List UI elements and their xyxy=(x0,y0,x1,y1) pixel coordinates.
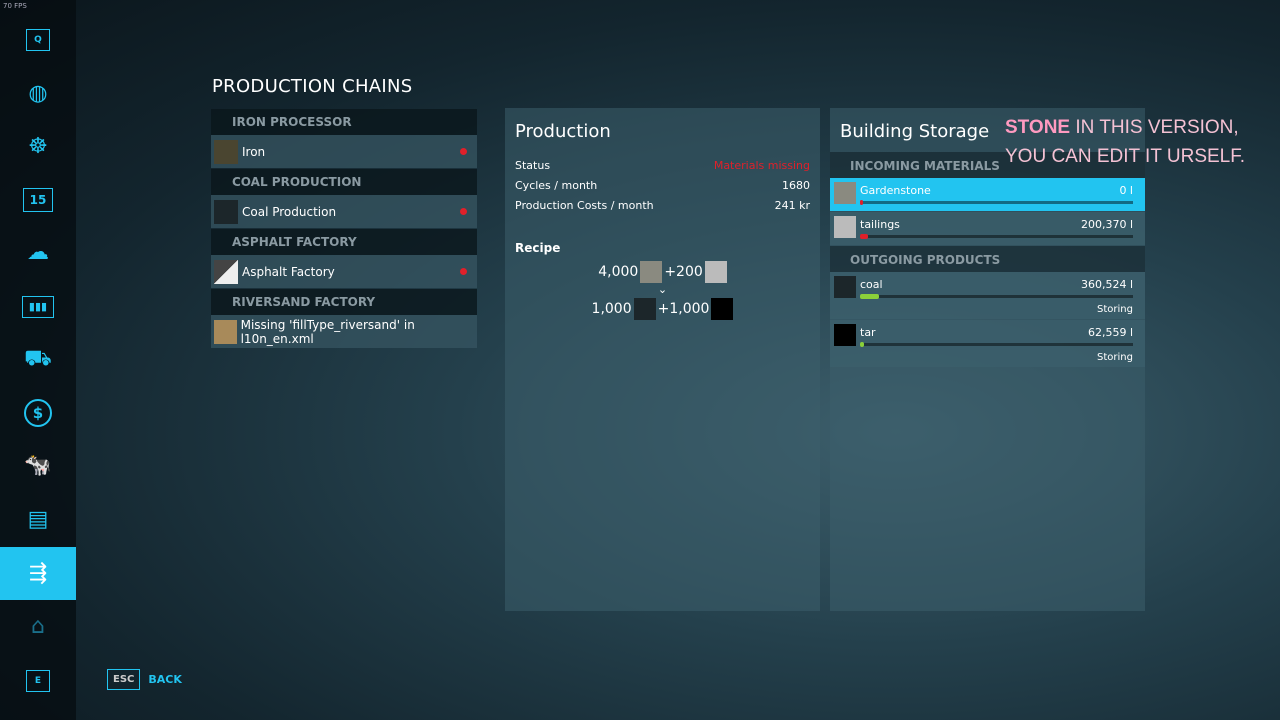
dollar-glyph: $ xyxy=(24,398,52,427)
finances-icon[interactable]: $ xyxy=(0,386,76,439)
input-amount: 4,000 xyxy=(598,264,639,280)
map-icon[interactable]: ◍ xyxy=(0,67,76,120)
tailings-icon xyxy=(834,216,856,238)
production-panel: Production Status Materials missing Cycle… xyxy=(505,108,820,611)
tar-icon xyxy=(834,324,856,346)
storage-item-tar[interactable]: tar 62,559 l Storing xyxy=(830,320,1145,367)
gardenstone-icon xyxy=(834,182,856,204)
item-label: Coal Production xyxy=(242,204,337,219)
fps-counter: 70 FPS xyxy=(3,2,27,10)
fill-bar xyxy=(860,234,1133,239)
key-e-button[interactable]: E xyxy=(0,654,76,707)
e-key-icon: E xyxy=(26,669,50,692)
costs-label: Production Costs / month xyxy=(515,198,654,212)
recipe-outputs: 1,000 +1,000 xyxy=(505,298,820,320)
arrow-down-icon: ⌄ xyxy=(657,283,668,296)
chain-header: COAL PRODUCTION xyxy=(211,169,477,195)
storage-panel: Building Storage INCOMING MATERIALS Gard… xyxy=(830,108,1145,611)
back-button[interactable]: ESC BACK xyxy=(107,669,182,690)
item-name: coal xyxy=(860,278,883,291)
storage-item-coal[interactable]: coal 360,524 l Storing xyxy=(830,272,1145,319)
storage-mode[interactable]: Storing xyxy=(860,346,1133,367)
costs-value: 241 kr xyxy=(774,198,810,212)
note-line1: IN THIS VERSION, xyxy=(1070,117,1239,138)
chain-item-asphalt[interactable]: Asphalt Factory xyxy=(211,255,477,288)
note-bold: STONE xyxy=(1005,117,1071,138)
status-label: Status xyxy=(515,158,551,172)
asphalt-icon xyxy=(214,259,238,284)
statistics-icon[interactable]: ▮▮▮ xyxy=(0,280,76,333)
tailings-icon xyxy=(704,261,727,283)
esc-key-icon: ESC xyxy=(107,669,141,690)
tar-icon xyxy=(711,298,734,320)
fill-bar xyxy=(860,294,1133,299)
production-title: Production xyxy=(515,121,611,142)
page-title: PRODUCTION CHAINS xyxy=(212,76,413,97)
item-amount: 200,370 l xyxy=(1080,218,1133,231)
barn-icon[interactable]: ⌂ xyxy=(0,600,76,653)
chain-item-coal[interactable]: Coal Production xyxy=(211,195,477,228)
calendar-icon[interactable]: 15 xyxy=(0,173,76,226)
bars-glyph: ▮▮▮ xyxy=(22,295,54,318)
contracts-icon[interactable]: ▤ xyxy=(0,493,76,546)
coal-icon xyxy=(633,298,656,320)
item-label: Missing 'fillType_riversand' in l10n_en.… xyxy=(240,317,415,346)
chain-header: ASPHALT FACTORY xyxy=(211,229,477,255)
output-amount: +1,000 xyxy=(657,301,710,317)
chain-header: RIVERSAND FACTORY xyxy=(211,289,477,315)
item-amount: 62,559 l xyxy=(1087,326,1133,339)
animals-icon[interactable]: 🐄 xyxy=(0,439,76,492)
fill-bar xyxy=(860,200,1133,205)
storage-item-gardenstone[interactable]: Gardenstone 0 l xyxy=(830,178,1145,211)
recipe-inputs: 4,000 +200 xyxy=(505,261,820,283)
outgoing-header: OUTGOING PRODUCTS xyxy=(830,246,1145,272)
status-dot xyxy=(460,268,467,275)
item-name: Gardenstone xyxy=(860,184,931,197)
recipe-label: Recipe xyxy=(515,241,561,255)
chain-item-riversand[interactable]: Missing 'fillType_riversand' in l10n_en.… xyxy=(211,315,477,348)
riversand-icon xyxy=(214,319,237,344)
cycles-value: 1680 xyxy=(782,178,810,192)
calendar-day: 15 xyxy=(23,187,53,212)
key-q-button[interactable]: Q xyxy=(0,13,76,66)
item-name: tailings xyxy=(860,218,900,231)
back-label: BACK xyxy=(148,673,182,686)
gardenstone-icon xyxy=(640,261,663,283)
item-label: Iron xyxy=(242,144,266,159)
iron-icon xyxy=(214,139,238,164)
chain-item-iron[interactable]: Iron xyxy=(211,135,477,168)
status-dot xyxy=(460,208,467,215)
input-amount: +200 xyxy=(664,264,703,280)
coal-icon xyxy=(214,199,238,224)
status-dot xyxy=(460,148,467,155)
weather-icon[interactable]: ☁ xyxy=(0,226,76,279)
item-amount: 0 l xyxy=(1119,184,1133,197)
production-icon[interactable]: ⇶ xyxy=(0,547,76,600)
item-name: tar xyxy=(860,326,876,339)
status-value: Materials missing xyxy=(713,158,810,172)
overlay-note: STONE IN THIS VERSION, YOU CAN EDIT IT U… xyxy=(1005,113,1245,171)
sidebar: Q ◍ ☸ 15 ☁ ▮▮▮ ⛟ $ 🐄 ▤ ⇶ ⌂ E xyxy=(0,0,76,720)
chain-header: IRON PROCESSOR xyxy=(211,109,477,135)
q-key-icon: Q xyxy=(26,28,50,51)
storage-item-tailings[interactable]: tailings 200,370 l xyxy=(830,212,1145,245)
storage-mode[interactable]: Storing xyxy=(860,298,1133,319)
output-amount: 1,000 xyxy=(591,301,632,317)
tractor-icon[interactable]: ⛟ xyxy=(0,333,76,386)
cycles-label: Cycles / month xyxy=(515,178,598,192)
coal-icon xyxy=(834,276,856,298)
note-line2: YOU CAN EDIT IT URSELF. xyxy=(1005,146,1246,167)
item-amount: 360,524 l xyxy=(1080,278,1133,291)
steering-wheel-icon[interactable]: ☸ xyxy=(0,120,76,173)
item-label: Asphalt Factory xyxy=(242,264,335,279)
fill-bar xyxy=(860,342,1133,347)
production-chain-list: IRON PROCESSOR Iron COAL PRODUCTION Coal… xyxy=(211,109,477,349)
